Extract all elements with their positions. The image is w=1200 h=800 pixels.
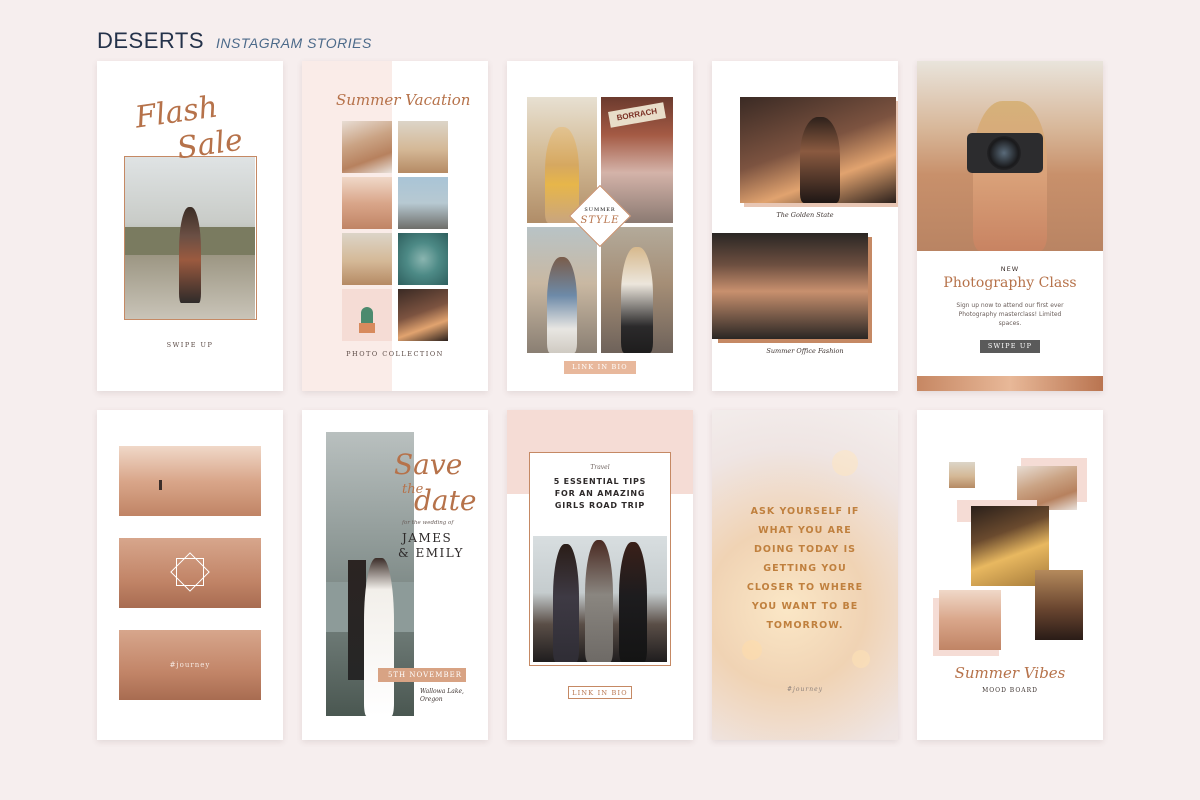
quote-text: ASK YOURSELF IF WHAT YOU ARE DOING TODAY… (712, 502, 898, 635)
story-card-golden-state[interactable]: The Golden State Summer Office Fashion (712, 61, 898, 391)
quote-line: TOMORROW. (766, 620, 844, 631)
denim-jacket-photo (527, 227, 597, 353)
sweater-photo (601, 227, 673, 353)
date-script: date (414, 484, 477, 517)
geometric-logo-square (176, 558, 204, 586)
location-line1: Wallowa Lake, (420, 688, 464, 695)
bokeh-light (832, 450, 858, 476)
quote-line: WHAT YOU ARE (758, 525, 852, 536)
sunset-silhouette-photo (1035, 570, 1083, 640)
bride (364, 558, 394, 716)
summer-vacation-script: Summer Vacation (336, 91, 471, 109)
figure (800, 117, 840, 203)
story-card-quote[interactable]: ASK YOURSELF IF WHAT YOU ARE DOING TODAY… (712, 410, 898, 740)
location-line2: Oregon (420, 696, 443, 703)
bokeh-light (852, 650, 870, 668)
quote-line: DOING TODAY IS (753, 544, 856, 555)
brand-title: DESERTS (97, 28, 205, 53)
wedding-of-text: for the wedding of (402, 520, 454, 526)
seated-woman-photo (712, 233, 868, 339)
link-in-bio-button[interactable]: LINK IN BIO (568, 686, 632, 699)
office-fashion-caption: Summer Office Fashion (766, 347, 844, 355)
desert-figure-photo (949, 462, 975, 488)
quote-line: CLOSER TO WHERE (746, 582, 864, 593)
story-card-save-the-date[interactable]: Save the date for the wedding of JAMES &… (302, 410, 488, 740)
james-name: JAMES (402, 531, 453, 545)
pot (359, 323, 375, 333)
girl-3 (619, 542, 647, 662)
bokeh-light (742, 640, 762, 660)
save-script: Save (394, 448, 463, 481)
date-banner: 5TH NOVEMBER (378, 668, 466, 682)
desert-walk-photo (939, 590, 1001, 650)
desert-walker-photo (119, 446, 261, 516)
camera-lens (987, 136, 1021, 170)
quote-hashtag: #journey (786, 686, 824, 693)
tips-title-line3: GIRLS ROAD TRIP (554, 501, 646, 510)
tips-title-line2: FOR AN AMAZING (554, 489, 646, 498)
page-header: DESERTS INSTAGRAM STORIES (97, 28, 372, 54)
quote-line: GETTING YOU (763, 563, 847, 574)
girl-2 (585, 540, 613, 662)
story-card-mood-board[interactable]: Summer Vibes MOOD BOARD (917, 410, 1103, 740)
three-girls-photo (533, 536, 667, 662)
journey-hashtag: #journey (169, 661, 211, 669)
sunset-woman-photo (740, 97, 896, 203)
swipe-up-caption[interactable]: SWIPE UP (97, 341, 283, 349)
story-card-journey[interactable]: #journey (97, 410, 283, 740)
copper-footer-bar (917, 376, 1103, 391)
girl-1 (553, 544, 579, 662)
emily-name: & EMILY (398, 546, 464, 560)
brand-subtitle: INSTAGRAM STORIES (216, 35, 372, 51)
photography-class-title: Photography Class (943, 275, 1077, 291)
walker-figure (159, 480, 162, 490)
figure (621, 247, 653, 353)
footprints-photo (119, 538, 261, 608)
woman-with-camera-photo (917, 61, 1103, 251)
figure (547, 257, 577, 353)
woman-with-hat-photo (342, 233, 392, 285)
style-overlay: STYLE (580, 215, 620, 226)
story-card-photography-class[interactable]: NEW Photography Class Sign up now to att… (917, 61, 1103, 391)
photo-frame (124, 156, 257, 320)
swipe-up-button[interactable]: SWIPE UP (980, 340, 1040, 353)
road-photo (398, 177, 448, 229)
mood-board-caption: MOOD BOARD (982, 687, 1038, 694)
link-in-bio-button[interactable]: LINK IN BIO (564, 361, 636, 374)
new-eyebrow: NEW (1000, 265, 1020, 273)
travel-eyebrow: Travel (590, 464, 610, 471)
story-card-flash-sale[interactable]: Flash Sale SWIPE UP (97, 61, 283, 391)
golden-state-caption: The Golden State (776, 211, 834, 219)
quote-line: YOU WANT TO BE (751, 601, 859, 612)
story-card-road-trip-tips[interactable]: Travel 5 ESSENTIAL TIPS FOR AN AMAZING G… (507, 410, 693, 740)
dunes-photo (342, 177, 392, 229)
class-description: Sign up now to attend our first ever Pho… (956, 302, 1064, 327)
tips-title-line1: 5 ESSENTIAL TIPS (553, 477, 647, 486)
story-card-summer-style[interactable]: BORRACH SUMMER STYLE LINK IN BIO (507, 61, 693, 391)
quote-line: ASK YOURSELF IF (750, 506, 860, 517)
succulent-photo (398, 233, 448, 285)
summer-overlay: SUMMER (584, 207, 616, 213)
hat-photo (342, 121, 392, 173)
figure (973, 101, 1047, 251)
person-in-desert-photo (398, 121, 448, 173)
borracho-sign: BORRACH (608, 102, 666, 128)
cactus-pot-photo (342, 289, 392, 341)
story-card-summer-vacation[interactable]: Summer Vacation PHOTO COLLECTION (302, 61, 488, 391)
summer-vibes-script: Summer Vibes (954, 664, 1066, 682)
photo-collection-caption: PHOTO COLLECTION (346, 350, 444, 358)
woman-portrait-photo (398, 289, 448, 341)
